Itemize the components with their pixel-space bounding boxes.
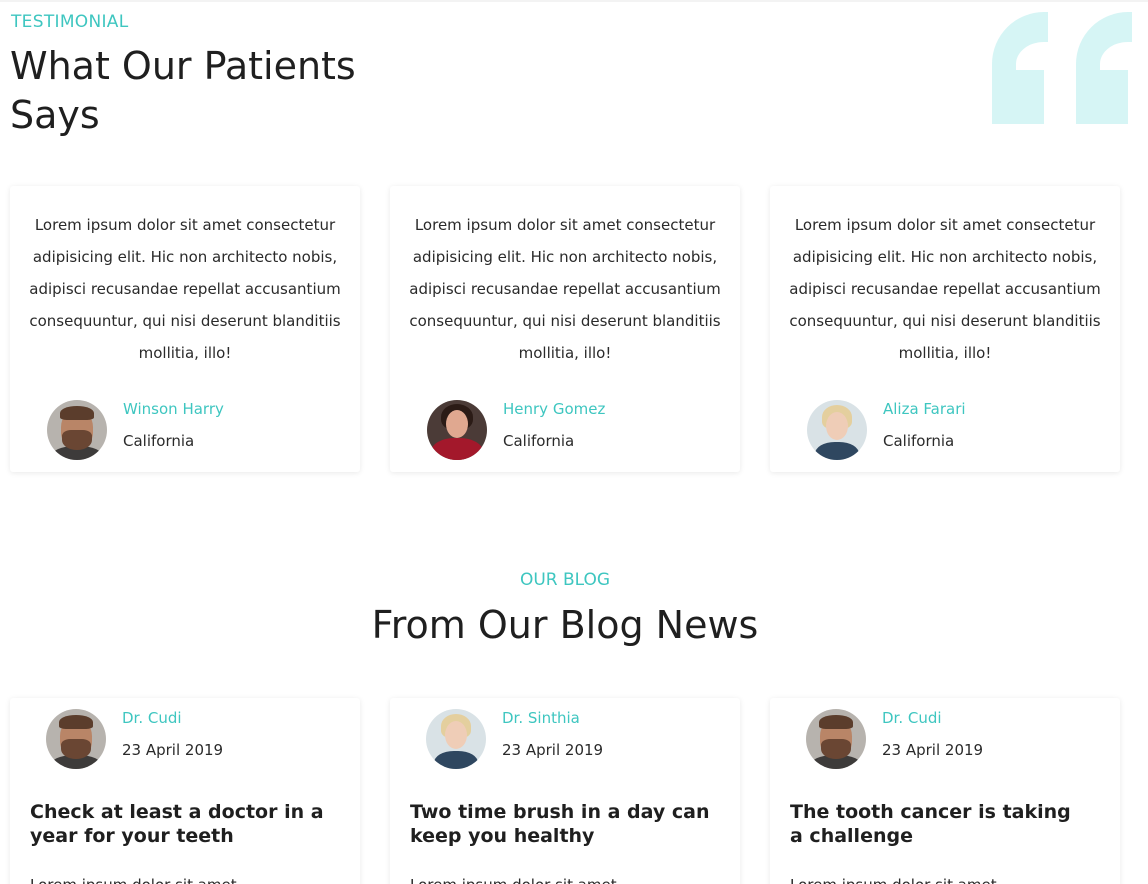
blog-card[interactable]: Dr. Cudi 23 April 2019 Check at least a … [10, 698, 360, 884]
blog-date: 23 April 2019 [122, 741, 224, 759]
blog-post-title[interactable]: The tooth cancer is taking a challenge [790, 800, 1090, 848]
blog-author[interactable]: Dr. Sinthia [502, 709, 580, 727]
blog-author[interactable]: Dr. Cudi [882, 709, 942, 727]
blog-post-title[interactable]: Check at least a doctor in a year for yo… [30, 800, 330, 848]
testimonial-card: Lorem ipsum dolor sit amet consectetur a… [10, 186, 360, 472]
blog-eyebrow: OUR BLOG [519, 570, 611, 590]
testimonial-name[interactable]: Henry Gomez [503, 400, 605, 418]
testimonial-text: Lorem ipsum dolor sit amet consectetur a… [29, 216, 341, 362]
blog-excerpt: Lorem ipsum dolor sit amet [410, 876, 710, 884]
testimonial-name[interactable]: Winson Harry [123, 400, 224, 418]
avatar [47, 400, 107, 460]
testimonial-text: Lorem ipsum dolor sit amet consectetur a… [409, 216, 721, 362]
testimonial-location: California [883, 432, 955, 450]
page-top-border [0, 0, 1148, 2]
blog-date: 23 April 2019 [502, 741, 604, 759]
testimonial-eyebrow: TESTIMONIAL [11, 12, 129, 32]
avatar [807, 400, 867, 460]
testimonial-location: California [123, 432, 195, 450]
avatar [427, 400, 487, 460]
testimonial-name[interactable]: Aliza Farari [883, 400, 966, 418]
blog-post-title[interactable]: Two time brush in a day can keep you hea… [410, 800, 710, 848]
testimonial-title: What Our Patients Says [10, 44, 356, 137]
testimonial-text: Lorem ipsum dolor sit amet consectetur a… [789, 216, 1101, 362]
blog-author[interactable]: Dr. Cudi [122, 709, 182, 727]
blog-excerpt: Lorem ipsum dolor sit amet [790, 876, 1090, 884]
avatar [46, 709, 106, 769]
testimonial-card: Lorem ipsum dolor sit amet consectetur a… [390, 186, 740, 472]
avatar [426, 709, 486, 769]
blog-card[interactable]: Dr. Cudi 23 April 2019 The tooth cancer … [770, 698, 1120, 884]
blog-date: 23 April 2019 [882, 741, 984, 759]
blog-title: From Our Blog News [371, 603, 759, 647]
blog-excerpt: Lorem ipsum dolor sit amet [30, 876, 330, 884]
avatar [806, 709, 866, 769]
testimonial-location: California [503, 432, 575, 450]
testimonial-card: Lorem ipsum dolor sit amet consectetur a… [770, 186, 1120, 472]
blog-card[interactable]: Dr. Sinthia 23 April 2019 Two time brush… [390, 698, 740, 884]
